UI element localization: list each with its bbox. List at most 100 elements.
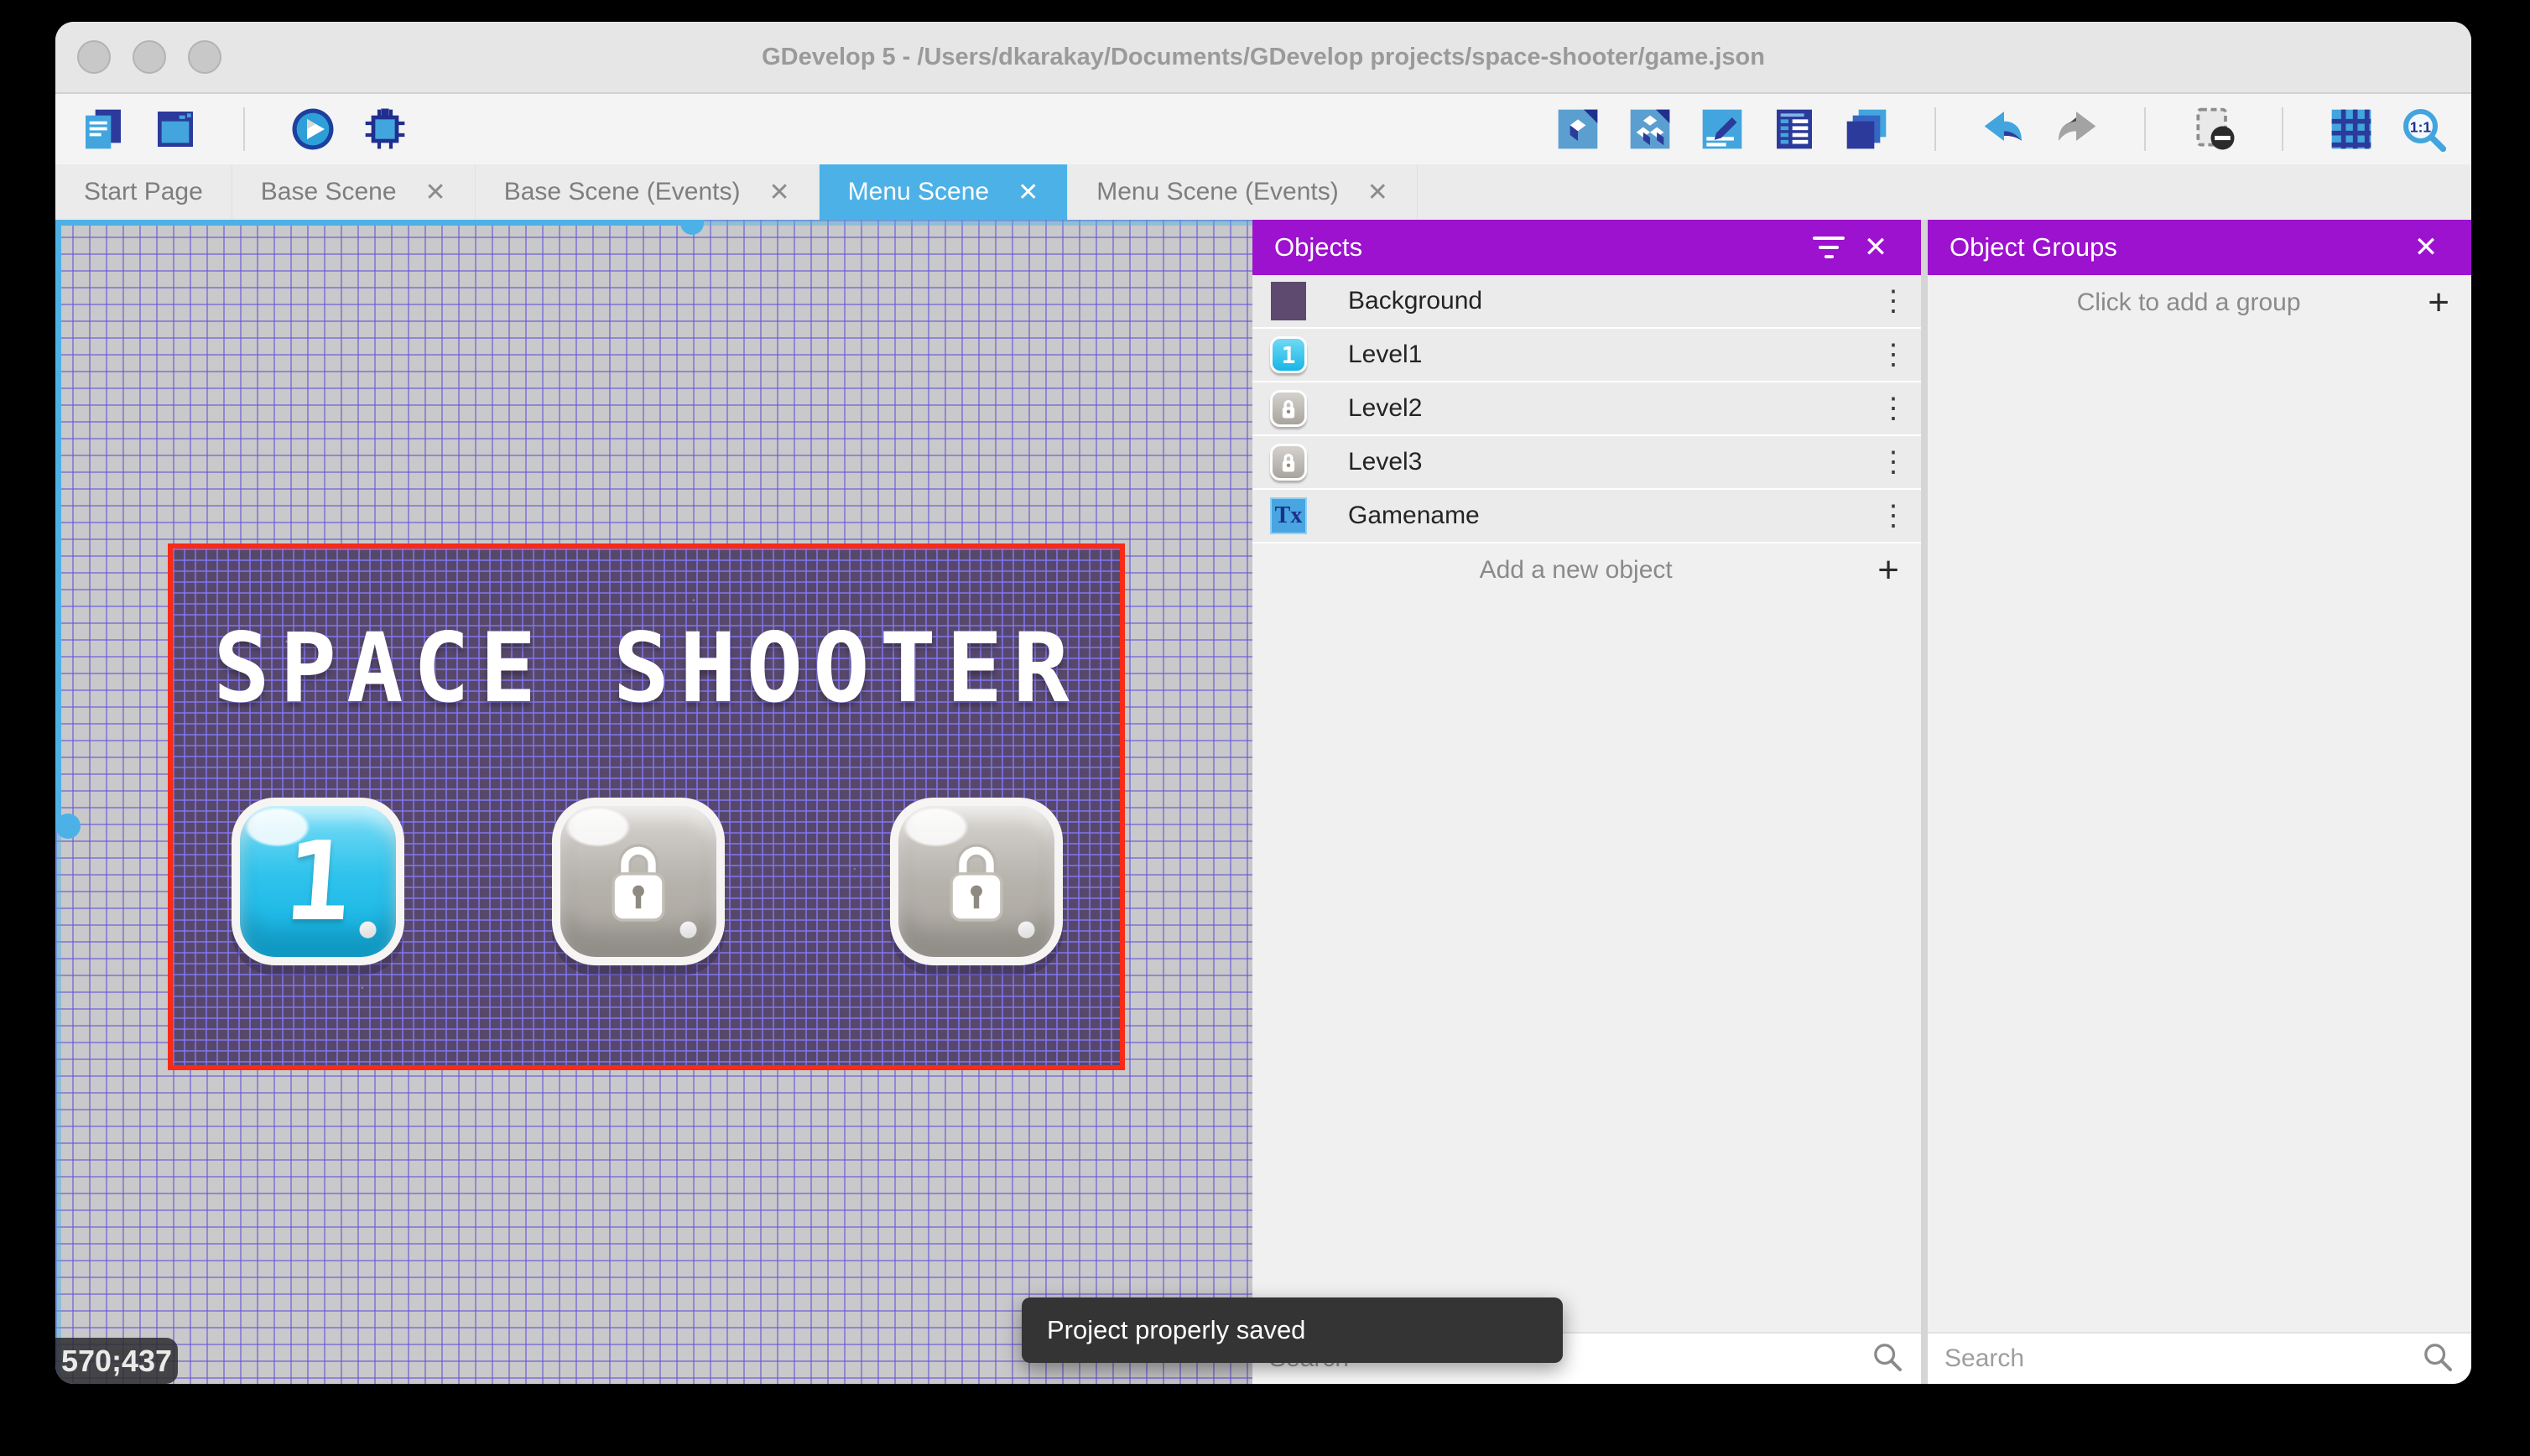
vertical-scrollbar[interactable]	[55, 220, 81, 1384]
toast-message: Project properly saved	[1047, 1315, 1306, 1344]
level3-thumbnail	[1269, 443, 1308, 481]
objects-editor-button[interactable]	[1554, 105, 1602, 153]
toolbar-divider	[243, 107, 245, 151]
object-label: Background	[1348, 287, 1483, 315]
add-object-label: Add a new object	[1479, 556, 1673, 584]
preview-play-button[interactable]	[289, 105, 337, 153]
toggle-grid-button[interactable]	[2327, 105, 2376, 153]
level2-button-instance[interactable]	[552, 798, 725, 965]
tab-label: Base Scene (Events)	[503, 178, 741, 205]
tab-base-scene[interactable]: Base Scene ✕	[232, 164, 476, 220]
project-manager-icon	[86, 109, 121, 149]
object-groups-search-bar	[1928, 1332, 2471, 1384]
tab-close-icon[interactable]: ✕	[1018, 178, 1039, 207]
undo-button[interactable]	[1980, 105, 2028, 153]
tab-label: Base Scene	[260, 178, 397, 205]
object-groups-editor-button[interactable]	[1626, 105, 1674, 153]
scene-editor-canvas[interactable]: SPACE SHOOTER 1	[55, 220, 1252, 1384]
redo-button[interactable]	[2052, 105, 2101, 153]
scene-window-area[interactable]: SPACE SHOOTER 1	[168, 543, 1125, 1070]
instances-list-button[interactable]	[1770, 105, 1819, 153]
lock-icon	[612, 844, 665, 922]
tab-close-icon[interactable]: ✕	[769, 178, 790, 207]
object-groups-editor-icon	[1630, 109, 1670, 149]
toolbar-divider	[1934, 107, 1936, 151]
object-groups-search-input[interactable]	[1944, 1344, 2421, 1373]
object-row-level1[interactable]: 1 Level1 ⋮	[1252, 329, 1921, 382]
object-row-level3[interactable]: Level3 ⋮	[1252, 436, 1921, 490]
tab-close-icon[interactable]: ✕	[425, 178, 446, 207]
level3-button-instance[interactable]	[890, 798, 1063, 965]
toolbar: 1:1	[55, 94, 2471, 164]
level1-thumbnail: 1	[1269, 335, 1308, 374]
objects-panel: Objects ✕ Background ⋮ 1 Level1 ⋮ Level2…	[1252, 220, 1921, 1384]
object-menu-button[interactable]: ⋮	[1876, 284, 1909, 318]
main-content: SPACE SHOOTER 1 Objects ✕ Background ⋮ 1…	[55, 220, 2471, 1384]
tab-label: Menu Scene	[847, 178, 990, 205]
tab-start-page[interactable]: Start Page	[55, 164, 232, 220]
layers-editor-button[interactable]	[1842, 105, 1891, 153]
background-thumbnail	[1269, 282, 1308, 320]
svg-text:1:1: 1:1	[2410, 118, 2432, 135]
horizontal-scrollbar-thumb[interactable]	[680, 220, 704, 235]
level2-thumbnail	[1269, 389, 1308, 428]
object-menu-button[interactable]: ⋮	[1876, 392, 1909, 425]
grid-icon	[2331, 109, 2371, 149]
objects-panel-header: Objects ✕	[1252, 220, 1921, 275]
object-groups-panel-title: Object Groups	[1950, 232, 2117, 262]
object-row-level2[interactable]: Level2 ⋮	[1252, 382, 1921, 436]
tab-menu-scene-events[interactable]: Menu Scene (Events) ✕	[1068, 164, 1418, 220]
toolbar-divider	[2144, 107, 2146, 151]
tab-bar: Start Page Base Scene ✕ Base Scene (Even…	[55, 164, 2471, 220]
properties-icon	[1702, 109, 1742, 149]
tab-close-icon[interactable]: ✕	[1367, 178, 1388, 207]
filter-icon	[1813, 237, 1845, 258]
horizontal-scrollbar[interactable]	[55, 220, 1252, 235]
text-object-icon: Tx	[1270, 497, 1307, 534]
object-row-gamename[interactable]: Tx Gamename ⋮	[1252, 490, 1921, 543]
add-group-label: Click to add a group	[2076, 289, 2301, 316]
panel-divider[interactable]	[1921, 220, 1928, 1384]
search-icon	[2421, 1340, 2455, 1378]
close-object-groups-panel-button[interactable]: ✕	[2402, 224, 2449, 271]
object-menu-button[interactable]: ⋮	[1876, 338, 1909, 372]
lock-icon	[1282, 453, 1295, 471]
scene-window-button[interactable]	[151, 105, 200, 153]
toolbar-right-group: 1:1	[1554, 105, 2448, 153]
properties-button[interactable]	[1698, 105, 1747, 153]
level1-button-instance[interactable]: 1	[232, 798, 404, 965]
object-row-background[interactable]: Background ⋮	[1252, 275, 1921, 329]
instances-list-icon	[1777, 109, 1812, 149]
vertical-scrollbar-thumb[interactable]	[55, 814, 81, 839]
toggle-mask-button[interactable]	[2189, 105, 2238, 153]
object-menu-button[interactable]: ⋮	[1876, 445, 1909, 479]
tab-menu-scene[interactable]: Menu Scene ✕	[819, 164, 1069, 220]
debugger-button[interactable]	[361, 105, 409, 153]
layers-editor-icon	[1846, 109, 1887, 149]
play-icon	[292, 108, 334, 150]
project-manager-button[interactable]	[79, 105, 128, 153]
tab-base-scene-events[interactable]: Base Scene (Events) ✕	[476, 164, 820, 220]
toolbar-divider	[2282, 107, 2283, 151]
add-new-object-row[interactable]: Add a new object +	[1252, 543, 1921, 597]
object-groups-empty-area	[1928, 330, 2471, 1332]
search-icon	[1871, 1340, 1904, 1378]
redo-icon	[2059, 112, 2096, 141]
object-label: Level1	[1348, 341, 1423, 368]
add-group-plus-icon[interactable]: +	[2428, 284, 2449, 321]
tab-label: Start Page	[84, 178, 203, 205]
lock-icon	[1282, 399, 1295, 418]
add-group-row[interactable]: Click to add a group +	[1928, 275, 2471, 330]
window-mask-icon	[2196, 107, 2235, 150]
object-menu-button[interactable]: ⋮	[1876, 499, 1909, 533]
objects-editor-icon	[1558, 109, 1598, 149]
lock-icon	[950, 844, 1003, 922]
text-object-thumbnail: Tx	[1269, 497, 1308, 535]
objects-panel-empty-area	[1252, 597, 1921, 1332]
close-objects-panel-button[interactable]: ✕	[1852, 224, 1899, 271]
scene-title-text-object[interactable]: SPACE SHOOTER	[173, 613, 1120, 725]
tab-label: Menu Scene (Events)	[1096, 178, 1339, 205]
zoom-original-button[interactable]: 1:1	[2399, 105, 2448, 153]
filter-objects-button[interactable]	[1805, 224, 1852, 271]
add-object-plus-icon[interactable]: +	[1877, 552, 1899, 589]
